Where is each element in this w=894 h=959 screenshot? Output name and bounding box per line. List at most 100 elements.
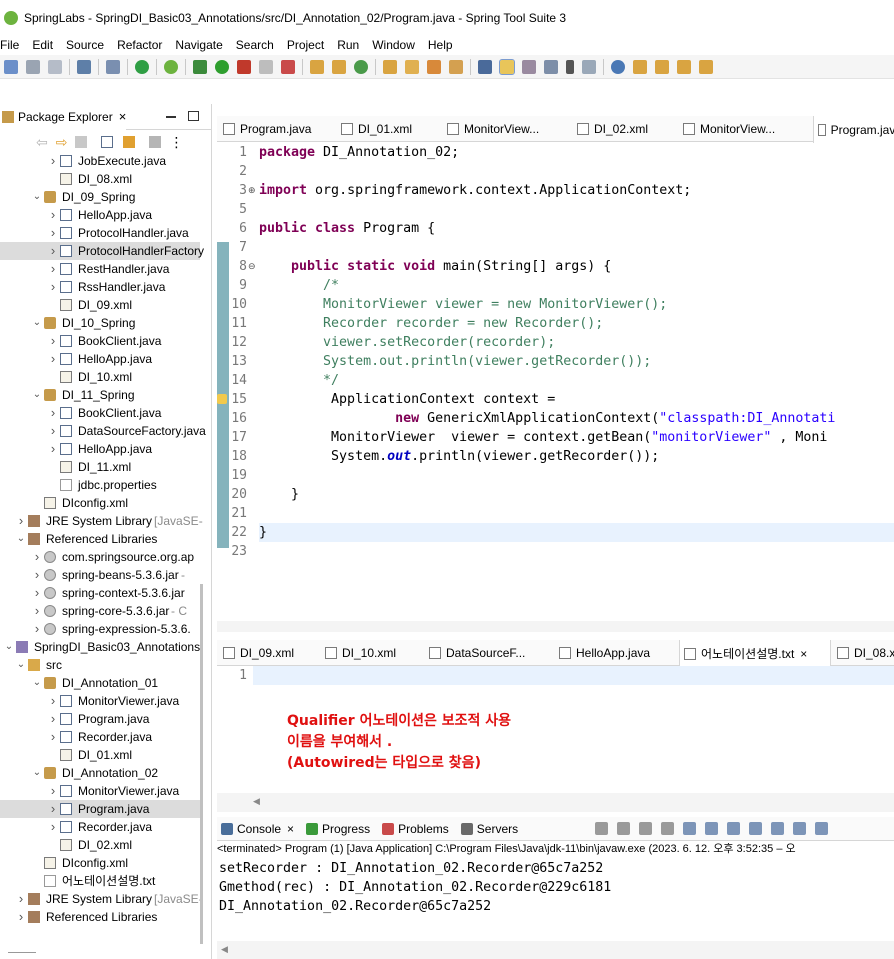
tree-item[interactable]: › MonitorViewer.java [0,782,200,800]
text-editor-body[interactable]: 1 Qualifier 어노테이션은 보조적 사용 이름을 부여해서 . (Au… [217,666,894,812]
chevron-right-icon[interactable]: › [16,512,26,530]
chevron-down-icon[interactable]: ⌄ [32,314,42,332]
chevron-right-icon[interactable]: › [48,440,58,458]
display-console-icon[interactable] [793,822,806,835]
tree-item[interactable]: › HelloApp.java [0,440,200,458]
chevron-right-icon[interactable]: › [48,800,58,818]
new-class-icon[interactable] [354,59,368,74]
editor-tab[interactable]: MonitorView... [683,116,775,142]
text-editor-scrollbar[interactable]: ◀ [217,793,894,812]
chevron-down-icon[interactable]: ⌄ [32,188,42,206]
chevron-down-icon[interactable]: ⌄ [32,674,42,692]
tree-item[interactable]: › spring-context-5.3.6.jar [0,584,200,602]
tree-item[interactable]: DIconfig.xml [0,494,200,512]
spring-boot-icon[interactable] [135,59,149,74]
debug-icon[interactable] [193,59,207,74]
chevron-right-icon[interactable]: › [32,548,42,566]
tree-item[interactable]: › HelloApp.java [0,206,200,224]
editor-tab[interactable]: DI_01.xml [341,116,412,142]
tree-item[interactable]: DI_10.xml [0,368,200,386]
focus-icon[interactable] [149,136,162,148]
prev-annotation-icon[interactable] [655,59,669,74]
tree-item[interactable]: ⌄ Referenced Libraries [0,530,200,548]
tree-item[interactable]: › JobExecute.java [0,152,200,170]
run-external-icon[interactable] [237,59,251,74]
minimize-icon[interactable] [166,116,176,118]
tree-item[interactable]: ⌄ DI_Annotation_02 [0,764,200,782]
new-icon[interactable] [4,59,18,74]
close-icon[interactable]: × [800,647,807,661]
chevron-down-icon[interactable]: ⌄ [4,638,14,656]
chevron-down-icon[interactable]: ⌄ [32,764,42,782]
show-stdout-icon[interactable] [727,822,740,835]
open-task-icon[interactable] [449,59,463,74]
terminal-icon[interactable] [77,59,91,74]
chevron-right-icon[interactable]: › [32,620,42,638]
chevron-right-icon[interactable]: › [48,404,58,422]
tree-item[interactable]: ⌄ src [0,656,200,674]
chevron-right-icon[interactable]: › [16,890,26,908]
tree-item[interactable]: DI_01.xml [0,746,200,764]
console-scrollbar[interactable]: ◀ [217,941,894,959]
show-stderr-icon[interactable] [749,822,762,835]
menu-window[interactable]: Window [372,38,415,52]
code-area[interactable]: package DI_Annotation_02; import org.spri… [259,142,894,632]
show-whitespace-icon[interactable] [544,59,558,74]
tree-item[interactable]: › JRE System Library [JavaSE- [0,890,203,908]
menu-help[interactable]: Help [428,38,453,52]
scroll-lock-icon[interactable] [683,822,696,835]
tree-item[interactable]: › ProtocolHandler.java [0,224,200,242]
new-console-icon[interactable] [815,822,828,835]
tree-item[interactable]: › com.springsource.org.ap [0,548,200,566]
annotation-icon[interactable] [582,59,596,74]
menu-refactor[interactable]: Refactor [117,38,162,52]
editor-tab[interactable]: DI_02.xml [577,116,648,142]
toggle-mark-icon[interactable] [478,59,492,74]
chevron-right-icon[interactable]: › [16,908,26,926]
chevron-right-icon[interactable]: › [48,422,58,440]
save-icon[interactable] [26,59,40,74]
tree-item[interactable]: › spring-beans-5.3.6.jar - [0,566,200,584]
tree-item[interactable]: ⌄ DI_09_Spring [0,188,200,206]
tree-item[interactable]: › Program.java [0,710,200,728]
chevron-down-icon[interactable]: ⌄ [32,386,42,404]
tree-item[interactable]: 어노테이션설명.txt [0,872,200,890]
tree-scrollbar[interactable] [200,584,203,944]
tree-item[interactable]: › Program.java [0,800,200,818]
open-type-icon[interactable] [383,59,397,74]
chevron-right-icon[interactable]: › [48,818,58,836]
menu-run[interactable]: Run [337,38,359,52]
tree-item[interactable]: DI_02.xml [0,836,200,854]
chevron-down-icon[interactable]: ⌄ [16,656,26,674]
globe-icon[interactable] [611,59,625,74]
menu-project[interactable]: Project [287,38,324,52]
tree-item[interactable]: › spring-expression-5.3.6. [0,620,200,638]
chevron-right-icon[interactable]: › [48,242,58,260]
editor-tab[interactable]: MonitorView... [447,116,539,142]
next-annotation-icon[interactable] [633,59,647,74]
tree-item[interactable]: › RssHandler.java [0,278,200,296]
tree-item[interactable]: › JRE System Library [JavaSE- [0,512,203,530]
highlight-icon[interactable] [499,58,515,75]
terminate-icon[interactable] [617,822,630,835]
menu-edit[interactable]: Edit [32,38,53,52]
chevron-right-icon[interactable]: › [48,350,58,368]
text-editor-tab[interactable]: DI_09.xml [223,640,294,666]
console-tab-problems[interactable]: Problems [382,822,449,836]
collapse-all-icon[interactable] [101,136,114,148]
editor-horizontal-scrollbar[interactable] [217,621,894,632]
chevron-right-icon[interactable]: › [48,332,58,350]
tree-item[interactable]: › RestHandler.java [0,260,200,278]
tree-item[interactable]: DI_08.xml [0,170,200,188]
console-tab-progress[interactable]: Progress [306,822,370,836]
tree-item[interactable]: ⌄ DI_Annotation_01 [0,674,200,692]
tree-item[interactable]: › BookClient.java [0,404,200,422]
console-tab-console[interactable]: Console × [217,822,294,836]
tree-item[interactable]: › Recorder.java [0,818,200,836]
chevron-right-icon[interactable]: › [48,710,58,728]
clear-icon[interactable] [661,822,674,835]
scroll-left-icon[interactable]: ◀ [221,944,228,955]
text-editor-tab[interactable]: DI_10.xml [325,640,396,666]
new-package-icon[interactable] [332,59,346,74]
pin-icon[interactable] [771,822,784,835]
